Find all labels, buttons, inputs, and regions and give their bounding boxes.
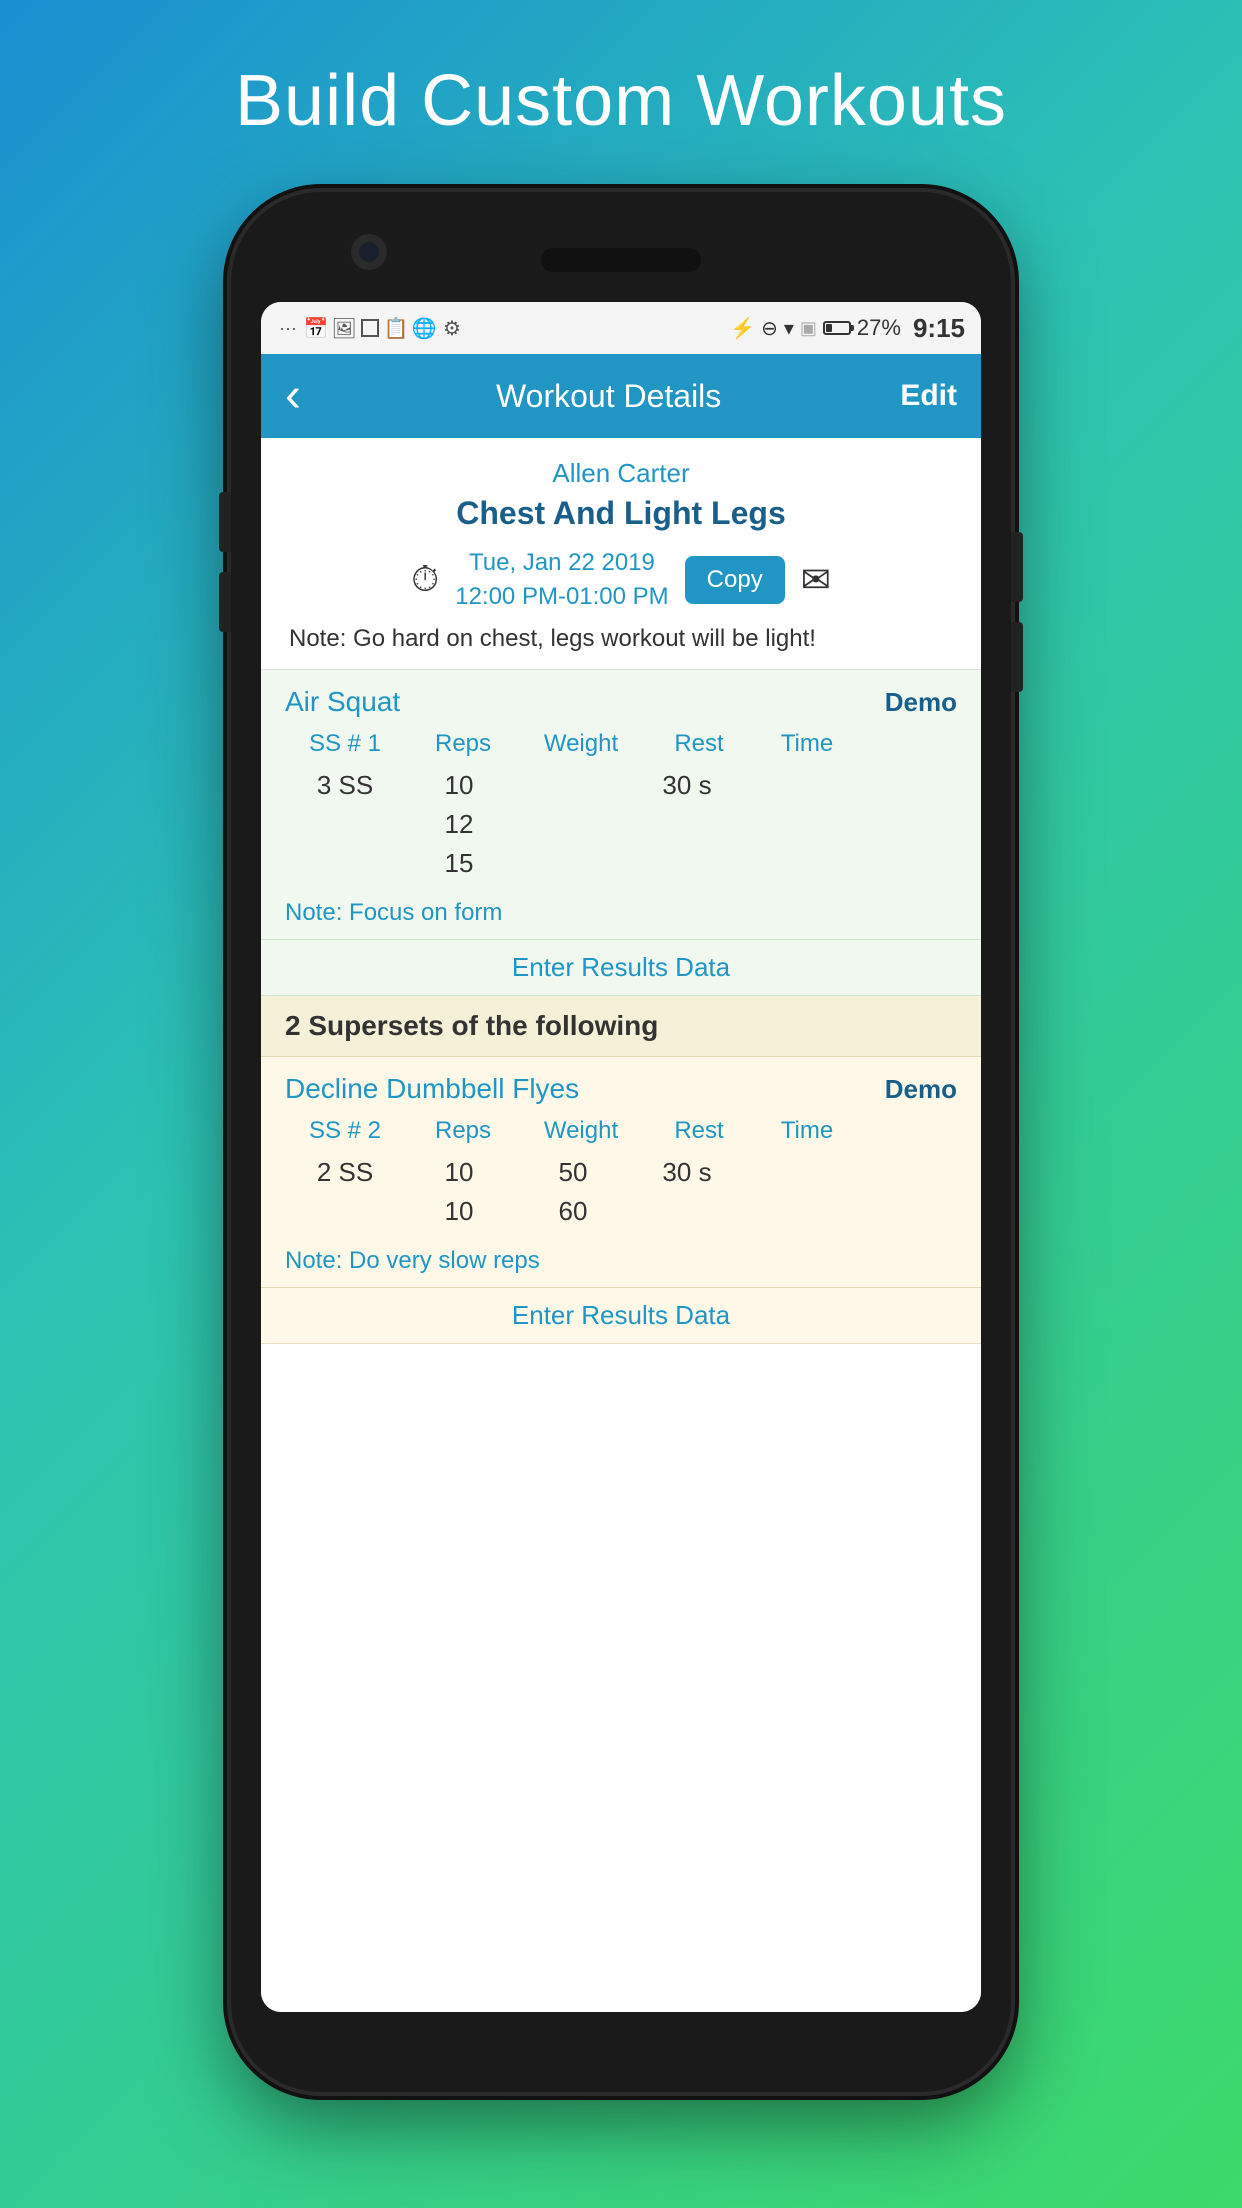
workout-title: Chest And Light Legs (285, 495, 957, 532)
phone-camera (351, 234, 387, 270)
header-weight: Weight (521, 730, 641, 758)
header-rest: Rest (649, 730, 749, 758)
header-ss: SS # 1 (285, 730, 405, 758)
volume-up-button[interactable] (1011, 532, 1023, 602)
exercise-section-air-squat: Air Squat Demo SS # 1 Reps Weight Rest T… (261, 670, 981, 996)
time-decline (741, 1153, 841, 1231)
signal-icon: ▣ (800, 318, 817, 339)
weight-air-squat (513, 766, 633, 883)
workout-time-range: 12:00 PM-01:00 PM (455, 583, 668, 610)
square-icon (361, 319, 379, 337)
edit-button[interactable]: Edit (900, 379, 957, 413)
calendar2-icon: 📋 (385, 317, 407, 339)
workout-note: Note: Go hard on chest, legs workout wil… (285, 625, 957, 653)
header-weight2: Weight (521, 1117, 641, 1145)
content-area: Allen Carter Chest And Light Legs ⏱ Tue,… (261, 438, 981, 2012)
reps-decline: 10 10 (409, 1153, 509, 1231)
settings-icon: ⚙ (441, 317, 463, 339)
ss-count-decline: 2 SS (285, 1153, 405, 1231)
superset-label: 2 Supersets of the following (261, 996, 981, 1057)
workout-datetime: Tue, Jan 22 2019 12:00 PM-01:00 PM (455, 546, 668, 613)
battery-icon (823, 321, 851, 335)
phone-speaker (541, 248, 701, 272)
sets-data-air-squat: 3 SS 10 12 15 30 s (285, 766, 957, 883)
app-bar-title: Workout Details (317, 378, 900, 415)
exercise-section-decline-dumbbell-flyes: Decline Dumbbell Flyes Demo SS # 2 Reps … (261, 1057, 981, 1344)
battery-percent: 27% (857, 315, 901, 341)
weight-decline: 50 60 (513, 1153, 633, 1231)
copy-button[interactable]: Copy (685, 556, 785, 604)
dots-icon: ··· (277, 317, 299, 339)
page-background: Build Custom Workouts ··· 📅 🖼 📋 🌐 (231, 0, 1011, 2092)
email-icon[interactable]: ✉ (801, 559, 831, 601)
reps-air-squat: 10 12 15 (409, 766, 509, 883)
dnd-icon: ⊖ (761, 316, 778, 341)
exercise-note-air-squat: Note: Focus on form (261, 895, 981, 939)
sets-header-air-squat: SS # 1 Reps Weight Rest Time (285, 730, 957, 758)
left-button-2[interactable] (219, 572, 231, 632)
header-ss2: SS # 2 (285, 1117, 405, 1145)
image-icon: 🖼 (333, 317, 355, 339)
status-icons-right: ⚡ ⊖ ▾ ▣ 27% 9:15 (730, 313, 965, 344)
page-title: Build Custom Workouts (231, 60, 1011, 142)
enter-results-decline[interactable]: Enter Results Data (261, 1287, 981, 1343)
demo-button-decline-dumbbell-flyes[interactable]: Demo (885, 1074, 957, 1105)
header-time2: Time (757, 1117, 857, 1145)
workout-date: Tue, Jan 22 2019 (469, 549, 655, 576)
header-reps2: Reps (413, 1117, 513, 1145)
status-bar: ··· 📅 🖼 📋 🌐 ⚙ ⚡ ⊖ ▾ ▣ 27% (261, 302, 981, 354)
globe-icon: 🌐 (413, 317, 435, 339)
time-air-squat (741, 766, 841, 883)
wifi-icon: ▾ (784, 316, 794, 341)
left-button-1[interactable] (219, 492, 231, 552)
exercise-name-air-squat: Air Squat (285, 686, 400, 718)
exercise-header-air-squat: Air Squat Demo (261, 670, 981, 726)
exercise-note-decline: Note: Do very slow reps (261, 1243, 981, 1287)
sets-header-decline-dumbbell-flyes: SS # 2 Reps Weight Rest Time (285, 1117, 957, 1145)
sets-table-decline-dumbbell-flyes: SS # 2 Reps Weight Rest Time 2 SS 10 10 (261, 1113, 981, 1243)
exercise-name-decline-dumbbell-flyes: Decline Dumbbell Flyes (285, 1073, 579, 1105)
trainer-name: Allen Carter (285, 458, 957, 489)
phone-screen: ··· 📅 🖼 📋 🌐 ⚙ ⚡ ⊖ ▾ ▣ 27% (261, 302, 981, 2012)
volume-down-button[interactable] (1011, 622, 1023, 692)
stopwatch-icon: ⏱ (411, 558, 439, 601)
calendar-icon: 📅 (305, 317, 327, 339)
workout-meta: ⏱ Tue, Jan 22 2019 12:00 PM-01:00 PM Cop… (285, 546, 957, 613)
demo-button-air-squat[interactable]: Demo (885, 687, 957, 718)
header-time: Time (757, 730, 857, 758)
phone-wrapper: ··· 📅 🖼 📋 🌐 ⚙ ⚡ ⊖ ▾ ▣ 27% (231, 192, 1011, 2092)
ss-count-air-squat: 3 SS (285, 766, 405, 883)
rest-air-squat: 30 s (637, 766, 737, 883)
sets-data-decline-dumbbell-flyes: 2 SS 10 10 50 60 30 s (285, 1153, 957, 1231)
header-rest2: Rest (649, 1117, 749, 1145)
rest-decline: 30 s (637, 1153, 737, 1231)
exercise-header-decline-dumbbell-flyes: Decline Dumbbell Flyes Demo (261, 1057, 981, 1113)
enter-results-air-squat[interactable]: Enter Results Data (261, 939, 981, 995)
sets-table-air-squat: SS # 1 Reps Weight Rest Time 3 SS 10 12 … (261, 726, 981, 895)
workout-header: Allen Carter Chest And Light Legs ⏱ Tue,… (261, 438, 981, 670)
header-reps: Reps (413, 730, 513, 758)
app-bar: ‹ Workout Details Edit (261, 354, 981, 438)
status-icons-left: ··· 📅 🖼 📋 🌐 ⚙ (277, 317, 463, 339)
status-time: 9:15 (913, 313, 965, 344)
bluetooth-icon: ⚡ (730, 316, 755, 341)
back-button[interactable]: ‹ (285, 372, 301, 420)
